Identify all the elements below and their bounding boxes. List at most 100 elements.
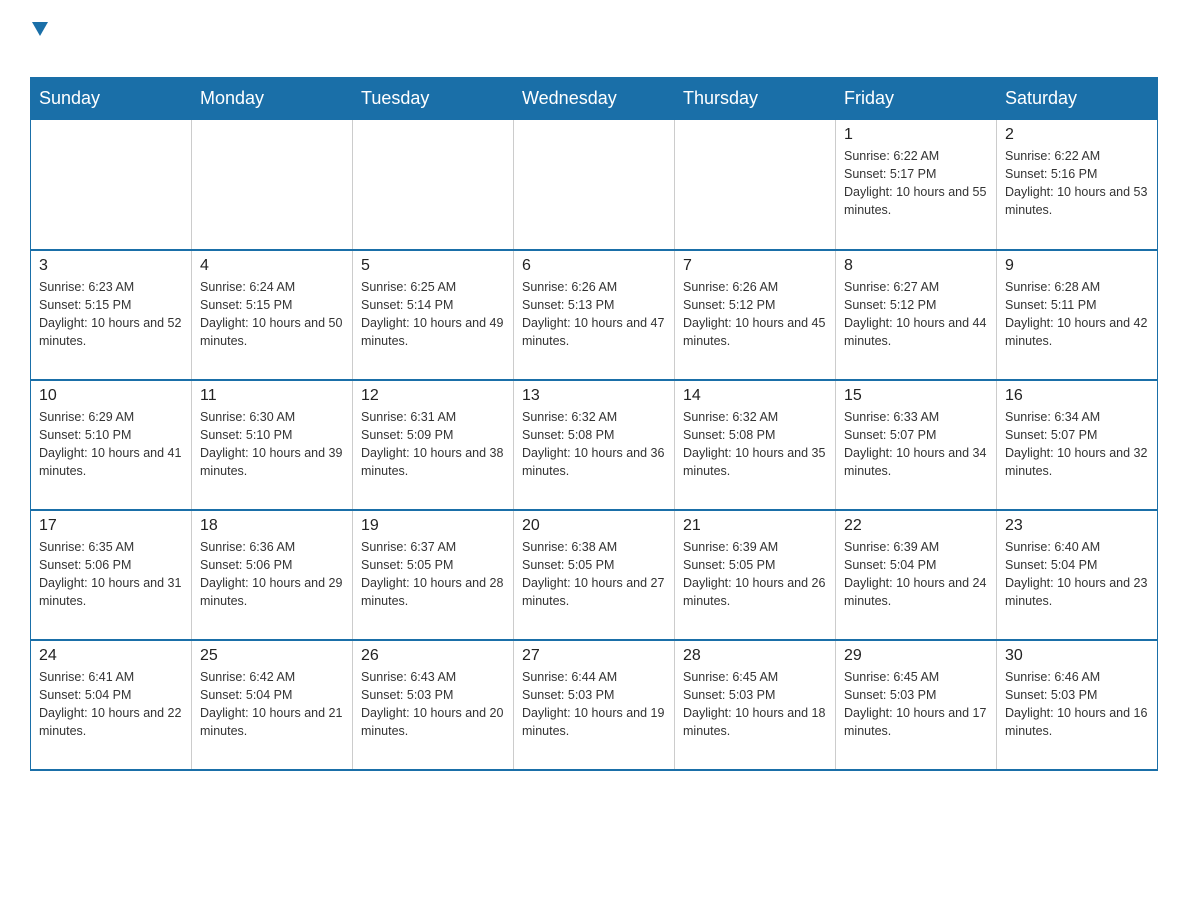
day-info: Sunrise: 6:24 AM Sunset: 5:15 PM Dayligh… bbox=[200, 278, 344, 351]
day-info: Sunrise: 6:27 AM Sunset: 5:12 PM Dayligh… bbox=[844, 278, 988, 351]
day-info: Sunrise: 6:45 AM Sunset: 5:03 PM Dayligh… bbox=[683, 668, 827, 741]
calendar-cell: 19 Sunrise: 6:37 AM Sunset: 5:05 PM Dayli… bbox=[353, 510, 514, 640]
day-info: Sunrise: 6:38 AM Sunset: 5:05 PM Dayligh… bbox=[522, 538, 666, 611]
day-info: Sunrise: 6:33 AM Sunset: 5:07 PM Dayligh… bbox=[844, 408, 988, 481]
day-info: Sunrise: 6:26 AM Sunset: 5:13 PM Dayligh… bbox=[522, 278, 666, 351]
day-number: 21 bbox=[683, 517, 827, 535]
calendar-cell: 17 Sunrise: 6:35 AM Sunset: 5:06 PM Dayli… bbox=[31, 510, 192, 640]
calendar-cell: 14 Sunrise: 6:32 AM Sunset: 5:08 PM Dayli… bbox=[675, 380, 836, 510]
calendar-cell: 21 Sunrise: 6:39 AM Sunset: 5:05 PM Dayli… bbox=[675, 510, 836, 640]
day-number: 11 bbox=[200, 387, 344, 405]
day-info: Sunrise: 6:46 AM Sunset: 5:03 PM Dayligh… bbox=[1005, 668, 1149, 741]
calendar-cell: 10 Sunrise: 6:29 AM Sunset: 5:10 PM Dayli… bbox=[31, 380, 192, 510]
day-info: Sunrise: 6:42 AM Sunset: 5:04 PM Dayligh… bbox=[200, 668, 344, 741]
day-number: 16 bbox=[1005, 387, 1149, 405]
day-info: Sunrise: 6:43 AM Sunset: 5:03 PM Dayligh… bbox=[361, 668, 505, 741]
day-info: Sunrise: 6:39 AM Sunset: 5:04 PM Dayligh… bbox=[844, 538, 988, 611]
day-number: 6 bbox=[522, 257, 666, 275]
day-number: 18 bbox=[200, 517, 344, 535]
day-number: 30 bbox=[1005, 647, 1149, 665]
calendar-cell: 16 Sunrise: 6:34 AM Sunset: 5:07 PM Dayli… bbox=[997, 380, 1158, 510]
calendar-cell: 26 Sunrise: 6:43 AM Sunset: 5:03 PM Dayli… bbox=[353, 640, 514, 770]
calendar-cell bbox=[31, 120, 192, 250]
calendar-cell: 18 Sunrise: 6:36 AM Sunset: 5:06 PM Dayli… bbox=[192, 510, 353, 640]
day-info: Sunrise: 6:37 AM Sunset: 5:05 PM Dayligh… bbox=[361, 538, 505, 611]
day-number: 25 bbox=[200, 647, 344, 665]
calendar-cell: 15Sunrise: 6:33 AM Sunset: 5:07 PM Dayli… bbox=[836, 380, 997, 510]
calendar-cell: 27 Sunrise: 6:44 AM Sunset: 5:03 PM Dayli… bbox=[514, 640, 675, 770]
day-number: 2 bbox=[1005, 126, 1149, 144]
day-number: 28 bbox=[683, 647, 827, 665]
calendar-week-row: 10 Sunrise: 6:29 AM Sunset: 5:10 PM Dayli… bbox=[31, 380, 1158, 510]
day-info: Sunrise: 6:30 AM Sunset: 5:10 PM Dayligh… bbox=[200, 408, 344, 481]
day-info: Sunrise: 6:39 AM Sunset: 5:05 PM Dayligh… bbox=[683, 538, 827, 611]
logo bbox=[30, 20, 48, 67]
calendar-week-row: 17 Sunrise: 6:35 AM Sunset: 5:06 PM Dayli… bbox=[31, 510, 1158, 640]
day-info: Sunrise: 6:28 AM Sunset: 5:11 PM Dayligh… bbox=[1005, 278, 1149, 351]
day-info: Sunrise: 6:36 AM Sunset: 5:06 PM Dayligh… bbox=[200, 538, 344, 611]
calendar-cell: 22 Sunrise: 6:39 AM Sunset: 5:04 PM Dayli… bbox=[836, 510, 997, 640]
day-info: Sunrise: 6:22 AM Sunset: 5:17 PM Dayligh… bbox=[844, 147, 988, 220]
col-header-saturday: Saturday bbox=[997, 78, 1158, 120]
day-number: 7 bbox=[683, 257, 827, 275]
calendar-week-row: 24 Sunrise: 6:41 AM Sunset: 5:04 PM Dayli… bbox=[31, 640, 1158, 770]
calendar-cell bbox=[514, 120, 675, 250]
calendar-cell: 8 Sunrise: 6:27 AM Sunset: 5:12 PM Daylig… bbox=[836, 250, 997, 380]
day-info: Sunrise: 6:40 AM Sunset: 5:04 PM Dayligh… bbox=[1005, 538, 1149, 611]
calendar-cell bbox=[675, 120, 836, 250]
day-info: Sunrise: 6:41 AM Sunset: 5:04 PM Dayligh… bbox=[39, 668, 183, 741]
calendar-week-row: 1 Sunrise: 6:22 AM Sunset: 5:17 PM Daylig… bbox=[31, 120, 1158, 250]
day-number: 17 bbox=[39, 517, 183, 535]
calendar-cell: 1 Sunrise: 6:22 AM Sunset: 5:17 PM Daylig… bbox=[836, 120, 997, 250]
calendar-cell: 11 Sunrise: 6:30 AM Sunset: 5:10 PM Dayli… bbox=[192, 380, 353, 510]
calendar-cell: 23 Sunrise: 6:40 AM Sunset: 5:04 PM Dayli… bbox=[997, 510, 1158, 640]
col-header-thursday: Thursday bbox=[675, 78, 836, 120]
day-info: Sunrise: 6:32 AM Sunset: 5:08 PM Dayligh… bbox=[683, 408, 827, 481]
col-header-tuesday: Tuesday bbox=[353, 78, 514, 120]
day-info: Sunrise: 6:22 AM Sunset: 5:16 PM Dayligh… bbox=[1005, 147, 1149, 220]
calendar-header-row: SundayMondayTuesdayWednesdayThursdayFrid… bbox=[31, 78, 1158, 120]
logo-arrow-icon bbox=[32, 22, 48, 36]
day-number: 23 bbox=[1005, 517, 1149, 535]
calendar-cell: 7 Sunrise: 6:26 AM Sunset: 5:12 PM Daylig… bbox=[675, 250, 836, 380]
calendar-cell: 6 Sunrise: 6:26 AM Sunset: 5:13 PM Daylig… bbox=[514, 250, 675, 380]
calendar-cell bbox=[192, 120, 353, 250]
day-info: Sunrise: 6:34 AM Sunset: 5:07 PM Dayligh… bbox=[1005, 408, 1149, 481]
day-info: Sunrise: 6:45 AM Sunset: 5:03 PM Dayligh… bbox=[844, 668, 988, 741]
day-number: 8 bbox=[844, 257, 988, 275]
day-info: Sunrise: 6:31 AM Sunset: 5:09 PM Dayligh… bbox=[361, 408, 505, 481]
day-info: Sunrise: 6:32 AM Sunset: 5:08 PM Dayligh… bbox=[522, 408, 666, 481]
day-info: Sunrise: 6:25 AM Sunset: 5:14 PM Dayligh… bbox=[361, 278, 505, 351]
day-number: 27 bbox=[522, 647, 666, 665]
day-number: 12 bbox=[361, 387, 505, 405]
calendar-cell: 30 Sunrise: 6:46 AM Sunset: 5:03 PM Dayli… bbox=[997, 640, 1158, 770]
day-info: Sunrise: 6:26 AM Sunset: 5:12 PM Dayligh… bbox=[683, 278, 827, 351]
day-number: 26 bbox=[361, 647, 505, 665]
day-info: Sunrise: 6:29 AM Sunset: 5:10 PM Dayligh… bbox=[39, 408, 183, 481]
day-number: 1 bbox=[844, 126, 988, 144]
calendar-cell: 4 Sunrise: 6:24 AM Sunset: 5:15 PM Daylig… bbox=[192, 250, 353, 380]
calendar-cell: 13 Sunrise: 6:32 AM Sunset: 5:08 PM Dayli… bbox=[514, 380, 675, 510]
calendar-cell: 9 Sunrise: 6:28 AM Sunset: 5:11 PM Daylig… bbox=[997, 250, 1158, 380]
day-number: 19 bbox=[361, 517, 505, 535]
calendar-cell: 5Sunrise: 6:25 AM Sunset: 5:14 PM Daylig… bbox=[353, 250, 514, 380]
calendar-cell: 24 Sunrise: 6:41 AM Sunset: 5:04 PM Dayli… bbox=[31, 640, 192, 770]
day-number: 24 bbox=[39, 647, 183, 665]
day-number: 9 bbox=[1005, 257, 1149, 275]
day-number: 14 bbox=[683, 387, 827, 405]
day-number: 13 bbox=[522, 387, 666, 405]
day-info: Sunrise: 6:23 AM Sunset: 5:15 PM Dayligh… bbox=[39, 278, 183, 351]
calendar-cell: 20 Sunrise: 6:38 AM Sunset: 5:05 PM Dayli… bbox=[514, 510, 675, 640]
day-number: 22 bbox=[844, 517, 988, 535]
day-info: Sunrise: 6:44 AM Sunset: 5:03 PM Dayligh… bbox=[522, 668, 666, 741]
calendar-cell: 29 Sunrise: 6:45 AM Sunset: 5:03 PM Dayli… bbox=[836, 640, 997, 770]
day-number: 10 bbox=[39, 387, 183, 405]
day-number: 29 bbox=[844, 647, 988, 665]
col-header-friday: Friday bbox=[836, 78, 997, 120]
calendar-week-row: 3Sunrise: 6:23 AM Sunset: 5:15 PM Daylig… bbox=[31, 250, 1158, 380]
day-number: 20 bbox=[522, 517, 666, 535]
day-number: 4 bbox=[200, 257, 344, 275]
day-info: Sunrise: 6:35 AM Sunset: 5:06 PM Dayligh… bbox=[39, 538, 183, 611]
calendar-table: SundayMondayTuesdayWednesdayThursdayFrid… bbox=[30, 77, 1158, 771]
calendar-cell: 28 Sunrise: 6:45 AM Sunset: 5:03 PM Dayli… bbox=[675, 640, 836, 770]
